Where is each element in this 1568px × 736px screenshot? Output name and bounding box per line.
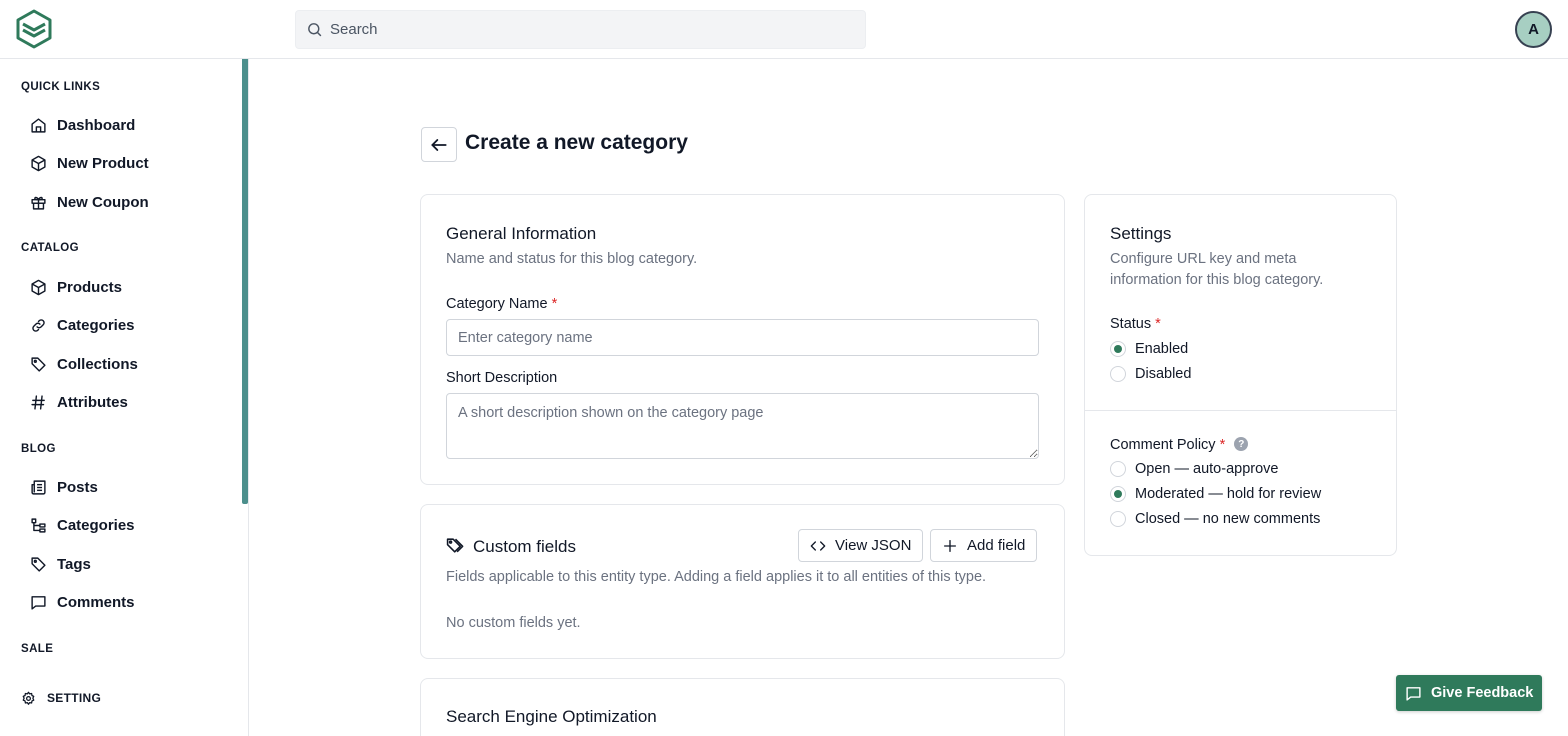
category-name-input[interactable]	[446, 319, 1039, 356]
comment-radio-moderated[interactable]: Moderated — hold for review	[1110, 486, 1321, 502]
sidebar-item-label: Tags	[57, 555, 91, 573]
custom-fields-title: Custom fields	[473, 537, 576, 556]
view-json-button[interactable]: View JSON	[798, 529, 924, 562]
status-radio-enabled[interactable]: Enabled	[1110, 341, 1188, 357]
radio-button[interactable]	[1110, 341, 1126, 357]
section-title-catalog: CATALOG	[21, 242, 79, 254]
help-icon[interactable]: ?	[1234, 437, 1249, 452]
sidebar-item-label: Dashboard	[57, 116, 136, 134]
give-feedback-button[interactable]: Give Feedback	[1396, 675, 1542, 711]
radio-label: Disabled	[1135, 366, 1192, 382]
radio-button[interactable]	[1110, 366, 1126, 382]
category-name-label: Category Name *	[446, 296, 558, 312]
status-label: Status *	[1110, 316, 1161, 332]
logo-icon[interactable]	[14, 9, 54, 49]
page-title: Create a new category	[465, 131, 688, 154]
sidebar-item-collections[interactable]: Collections	[30, 349, 138, 379]
sidebar-item-label: Posts	[57, 478, 98, 496]
plus-icon	[944, 539, 956, 552]
link-icon	[32, 318, 45, 332]
add-field-label: Add field	[967, 537, 1026, 554]
sidebar-item-label: SETTING	[47, 691, 102, 705]
radio-label: Moderated — hold for review	[1135, 486, 1322, 502]
section-title-quick-links: QUICK LINKS	[21, 81, 101, 93]
radio-button[interactable]	[1110, 486, 1126, 502]
sidebar-item-posts[interactable]: Posts	[30, 472, 98, 502]
view-json-label: View JSON	[835, 537, 912, 554]
sidebar-item-label: New Coupon	[57, 193, 149, 211]
sidebar-item-tags[interactable]: Tags	[30, 549, 91, 579]
radio-label: Open — auto-approve	[1135, 461, 1279, 477]
tree-icon	[31, 517, 46, 533]
sidebar-item-label: New Product	[57, 154, 149, 172]
give-feedback-label: Give Feedback	[1431, 685, 1534, 701]
section-title-sale: SALE	[21, 643, 54, 655]
message-icon	[31, 595, 46, 610]
tag-icon	[31, 556, 46, 572]
sidebar-item-products[interactable]: Products	[30, 272, 122, 302]
sidebar-item-setting[interactable]: SETTING	[21, 687, 101, 709]
settings-card-title: Settings	[1110, 224, 1172, 243]
message-icon	[1406, 686, 1421, 701]
general-card-title: General Information	[446, 224, 597, 243]
top-header: A	[0, 0, 1568, 59]
settings-card-subtitle: Configure URL key and meta information fo…	[1110, 251, 1324, 288]
sidebar-item-new-coupon[interactable]: New Coupon	[30, 187, 149, 217]
sidebar-item-comments[interactable]: Comments	[30, 587, 135, 617]
arrow-left-icon	[431, 138, 447, 151]
seo-card-title: Search Engine Optimization	[446, 707, 657, 726]
sidebar-item-label: Collections	[57, 355, 138, 373]
sidebar-scrollbar[interactable]	[242, 59, 248, 504]
comment-radio-closed[interactable]: Closed — no new comments	[1110, 511, 1320, 527]
sidebar-item-dashboard[interactable]: Dashboard	[30, 110, 135, 140]
short-description-label: Short Description	[446, 370, 558, 386]
sidebar-item-label: Categories	[57, 316, 135, 334]
tags-icon	[446, 538, 464, 553]
sidebar-item-categories[interactable]: Categories	[30, 310, 135, 340]
radio-label: Closed — no new comments	[1135, 511, 1321, 527]
home-icon	[31, 117, 46, 133]
comment-policy-label: Comment Policy *?	[1110, 437, 1249, 453]
tag-icon	[31, 356, 46, 372]
settings-divider	[1085, 410, 1396, 411]
radio-label: Enabled	[1135, 341, 1189, 357]
search-bar[interactable]	[295, 10, 866, 49]
avatar[interactable]: A	[1515, 11, 1552, 48]
sidebar-item-attributes[interactable]: Attributes	[30, 387, 128, 417]
custom-fields-subtitle: Fields applicable to this entity type. A…	[446, 569, 987, 585]
comment-radio-open[interactable]: Open — auto-approve	[1110, 461, 1278, 477]
radio-button[interactable]	[1110, 461, 1126, 477]
radio-button[interactable]	[1110, 511, 1126, 527]
sidebar-item-label: Attributes	[57, 393, 128, 411]
required-mark: *	[1155, 316, 1161, 332]
required-mark: *	[1219, 437, 1226, 453]
section-title-blog: BLOG	[21, 443, 56, 455]
sidebar-item-label: Products	[57, 278, 123, 296]
short-description-input[interactable]	[446, 393, 1039, 459]
add-field-button[interactable]: Add field	[930, 529, 1038, 562]
required-mark: *	[551, 296, 558, 312]
search-input[interactable]	[330, 21, 850, 38]
status-radio-disabled[interactable]: Disabled	[1110, 366, 1191, 382]
sidebar-item-label: Comments	[57, 593, 135, 611]
sidebar-item-new-product[interactable]: New Product	[30, 148, 149, 178]
gift-icon	[31, 196, 46, 210]
general-card-subtitle: Name and status for this blog category.	[446, 251, 698, 267]
sidebar-item-blog-categories[interactable]: Categories	[30, 510, 135, 540]
code-icon	[810, 540, 826, 551]
sidebar-item-label: Categories	[57, 516, 135, 534]
box-icon	[31, 279, 46, 295]
back-button[interactable]	[421, 127, 457, 162]
hash-icon	[31, 394, 45, 410]
search-icon	[308, 23, 322, 37]
newspaper-icon	[31, 479, 46, 495]
box-icon	[31, 155, 46, 171]
custom-fields-empty: No custom fields yet.	[446, 615, 581, 631]
gear-icon	[22, 691, 35, 705]
